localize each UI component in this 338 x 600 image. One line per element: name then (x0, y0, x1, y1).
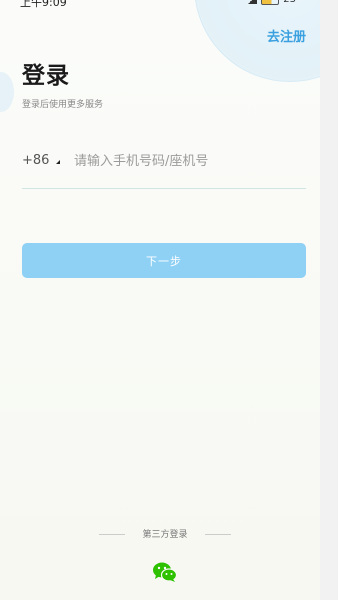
wechat-icon[interactable] (152, 561, 178, 583)
decorative-circle-left (0, 72, 14, 112)
page-subtitle: 登录后使用更多服务 (22, 100, 104, 110)
phone-input[interactable] (74, 150, 302, 172)
country-code-selector[interactable]: +86 (22, 153, 49, 168)
signal-icon (247, 0, 258, 4)
status-bar: 上午9:09 23 (0, 0, 338, 9)
third-party-label: 第三方登录 (142, 530, 188, 540)
phone-input-row: +86 (22, 148, 306, 189)
page-title: 登录 (22, 63, 70, 89)
register-link[interactable]: 去注册 (267, 26, 306, 45)
third-party-login: 第三方登录 (0, 526, 338, 542)
login-screen: 上午9:09 23 去注册 登录 登录后使用更多服务 +86 下一步 第三方登录 (0, 0, 338, 600)
battery-icon (261, 0, 280, 5)
battery-level: 23 (283, 0, 296, 5)
status-icons: 23 (247, 0, 296, 5)
next-button[interactable]: 下一步 (22, 243, 306, 278)
caret-down-icon[interactable] (56, 160, 60, 164)
status-time: 上午9:09 (20, 0, 67, 9)
divider-left (99, 534, 125, 535)
screen-edge (320, 0, 338, 600)
divider-right (205, 534, 231, 535)
